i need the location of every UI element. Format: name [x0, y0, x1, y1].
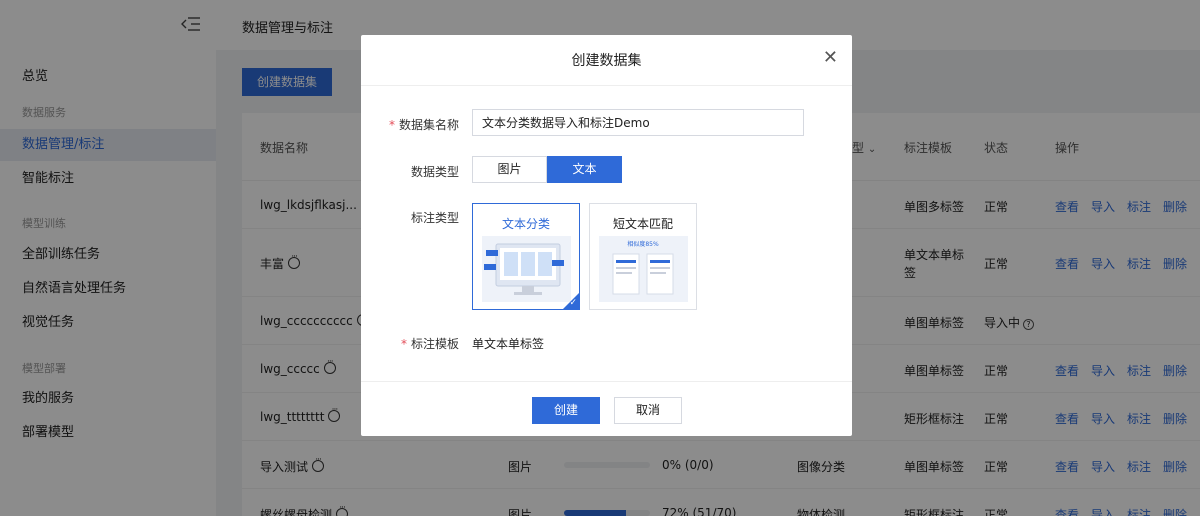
cancel-button[interactable]: 取消 — [614, 397, 682, 424]
dialog-footer-divider — [361, 381, 852, 382]
text-classification-illustration — [482, 236, 571, 302]
template-label-text: 标注模板 — [410, 337, 459, 351]
template-value: 单文本单标签 — [472, 337, 545, 351]
card-label: 文本分类 — [501, 217, 550, 231]
annotation-type-text-classification[interactable]: 文本分类 ✓ — [472, 203, 580, 310]
required-mark: * — [400, 337, 407, 351]
check-icon: ✓ — [569, 298, 577, 308]
dialog-header-divider — [361, 85, 852, 86]
required-mark: * — [388, 118, 395, 132]
dataset-name-label-text: 数据集名称 — [398, 118, 459, 132]
template-label: * 标注模板 — [379, 335, 459, 352]
data-type-label: 数据类型 — [410, 165, 459, 179]
close-icon[interactable]: ✕ — [823, 47, 838, 68]
dialog-title: 创建数据集 — [571, 53, 642, 69]
confirm-create-button[interactable]: 创建 — [532, 397, 600, 424]
similarity-label: 相似度85% — [627, 240, 659, 248]
short-text-match-illustration: 相似度85% — [599, 236, 688, 302]
create-dataset-dialog: 创建数据集 ✕ *数据集名称 数据类型 图片 文本 标注类型 文本分类 ✓ — [361, 35, 852, 436]
dataset-name-input[interactable] — [472, 109, 804, 136]
annotation-type-label: 标注类型 — [410, 211, 459, 225]
card-label: 短文本匹配 — [612, 217, 673, 231]
data-type-text-option[interactable]: 文本 — [547, 156, 622, 183]
annotation-type-short-text-match[interactable]: 短文本匹配 相似度85% — [589, 203, 697, 310]
dataset-name-label: * 数据集名称 — [379, 116, 459, 133]
data-type-image-option[interactable]: 图片 — [472, 156, 547, 183]
